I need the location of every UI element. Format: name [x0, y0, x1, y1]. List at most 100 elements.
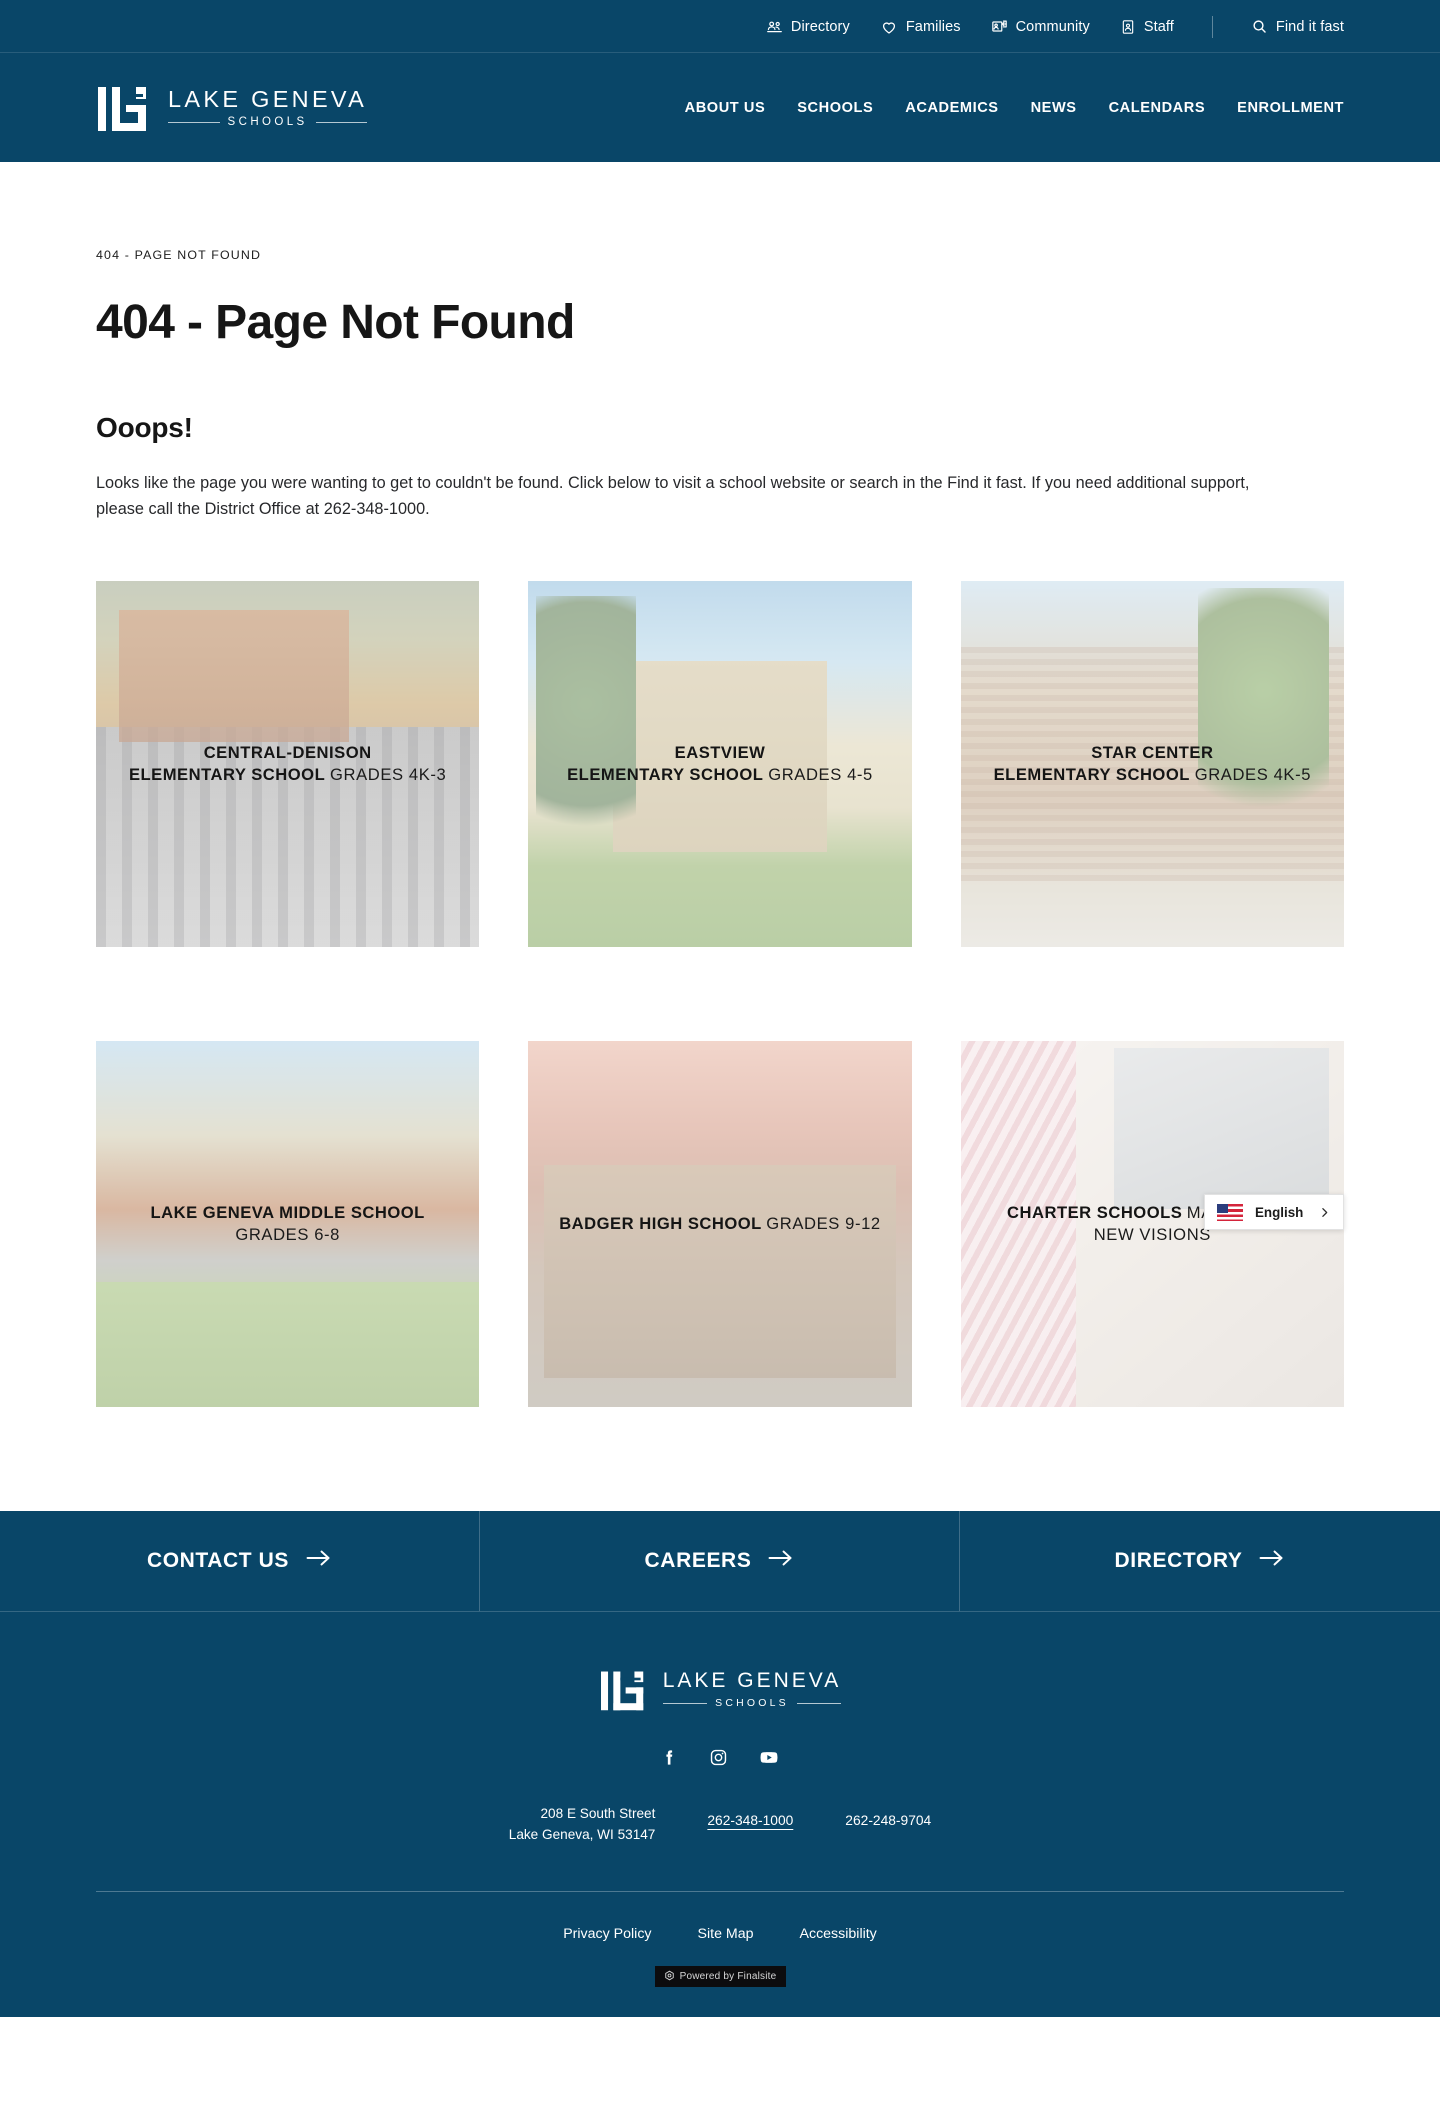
- footer-cta-strip: CONTACT US CAREERS DIRECTORY: [0, 1510, 1440, 1611]
- charter-school-new-visions: NEW VISIONS: [1093, 1224, 1211, 1244]
- footer-legal-links: Privacy Policy Site Map Accessibility: [96, 1926, 1344, 1942]
- us-flag-icon: [1217, 1203, 1243, 1221]
- brand-rule-right: [315, 121, 368, 123]
- footer-contact: 208 E South Street Lake Geneva, WI 53147…: [96, 1803, 1344, 1845]
- site-logo[interactable]: LAKE GENEVA SCHOOLS: [96, 83, 368, 133]
- heart-icon: [880, 18, 898, 36]
- school-card-content: STAR CENTER ELEMENTARY SCHOOL GRADES 4K-…: [961, 742, 1344, 786]
- utility-link-label: Staff: [1143, 18, 1174, 35]
- school-name-line1: EASTVIEW: [674, 742, 766, 762]
- school-card-content: CENTRAL-DENISON ELEMENTARY SCHOOL GRADES…: [96, 742, 479, 786]
- school-card-eastview[interactable]: EASTVIEW ELEMENTARY SCHOOL GRADES 4-5: [528, 580, 912, 947]
- school-name: CHARTER SCHOOLS: [1007, 1202, 1183, 1222]
- cta-contact-us[interactable]: CONTACT US: [0, 1510, 480, 1611]
- footer-brand-rule-right: [796, 1702, 842, 1704]
- school-card-content: BADGER HIGH SCHOOL GRADES 9-12: [528, 1213, 911, 1235]
- utility-link-label: Directory: [790, 18, 850, 35]
- brand-subtitle: SCHOOLS: [227, 116, 308, 129]
- nav-item-academics[interactable]: ACADEMICS: [905, 100, 998, 116]
- lg-monogram-icon: [96, 83, 150, 133]
- school-card-content: EASTVIEW ELEMENTARY SCHOOL GRADES 4-5: [528, 742, 911, 786]
- school-grades: GRADES 4-5: [768, 764, 873, 784]
- school-name-line1: STAR CENTER: [1091, 742, 1214, 762]
- utility-links: Directory Families Community Staff Find …: [766, 15, 1344, 38]
- school-grades: GRADES 4K-5: [1194, 764, 1312, 784]
- find-it-fast-button[interactable]: Find it fast: [1251, 18, 1344, 35]
- footer-address: 208 E South Street Lake Geneva, WI 53147: [509, 1803, 656, 1845]
- school-grades: GRADES 4K-3: [330, 764, 447, 784]
- address-line-1: 208 E South Street: [540, 1805, 656, 1821]
- school-name: STAR CENTER ELEMENTARY SCHOOL: [994, 743, 1214, 784]
- school-name-line2: ELEMENTARY SCHOOL: [128, 764, 325, 784]
- school-name-line2: ELEMENTARY SCHOOL: [567, 764, 764, 784]
- school-name-line2: ELEMENTARY SCHOOL: [993, 764, 1190, 784]
- school-card-content: LAKE GENEVA MIDDLE SCHOOL GRADES 6-8: [96, 1202, 479, 1246]
- cta-careers[interactable]: CAREERS: [480, 1510, 960, 1611]
- school-grades: GRADES 6-8: [235, 1224, 340, 1244]
- school-card-central-denison[interactable]: CENTRAL-DENISON ELEMENTARY SCHOOL GRADES…: [96, 580, 480, 947]
- school-name: EASTVIEW ELEMENTARY SCHOOL: [567, 743, 768, 784]
- address-line-2: Lake Geneva, WI 53147: [508, 1826, 656, 1842]
- page-title: 404 - Page Not Found: [96, 296, 575, 349]
- powered-by-finalsite-badge[interactable]: Powered by Finalsite: [654, 1966, 786, 1987]
- utility-link-community[interactable]: Community: [991, 18, 1090, 35]
- footer-logo-text: LAKE GENEVA SCHOOLS: [662, 1670, 842, 1710]
- utility-link-label: Families: [905, 18, 961, 35]
- utility-bar: Directory Families Community Staff Find …: [0, 0, 1440, 53]
- site-footer: LAKE GENEVA SCHOOLS 208 E South Street L…: [0, 1610, 1440, 2017]
- footer-phone-primary[interactable]: 262-348-1000: [707, 1813, 793, 1828]
- footer-phone-secondary: 262-248-9704: [845, 1812, 932, 1828]
- cta-label: DIRECTORY: [1114, 1548, 1243, 1572]
- language-selector-label: English: [1255, 1204, 1304, 1220]
- chevron-right-icon: [1318, 1206, 1331, 1219]
- school-name-line1: CENTRAL-DENISON: [203, 742, 372, 762]
- school-grades: GRADES 9-12: [766, 1213, 881, 1233]
- arrow-right-icon: [768, 1548, 794, 1573]
- primary-navigation: ABOUT US SCHOOLS ACADEMICS NEWS CALENDAR…: [685, 100, 1344, 116]
- site-header: LAKE GENEVA SCHOOLS ABOUT US SCHOOLS ACA…: [0, 53, 1440, 162]
- instagram-icon[interactable]: [709, 1748, 728, 1767]
- legal-link-privacy-policy[interactable]: Privacy Policy: [563, 1926, 651, 1942]
- facebook-icon[interactable]: [660, 1748, 679, 1767]
- school-card-badger-high[interactable]: BADGER HIGH SCHOOL GRADES 9-12: [528, 1040, 912, 1407]
- error-heading: Ooops!: [96, 411, 193, 443]
- arrow-right-icon: [1259, 1548, 1285, 1573]
- nav-item-enrollment[interactable]: ENROLLMENT: [1237, 100, 1344, 116]
- find-it-fast-label: Find it fast: [1275, 18, 1344, 35]
- utility-link-directory[interactable]: Directory: [766, 18, 850, 35]
- youtube-icon[interactable]: [758, 1748, 780, 1767]
- main-content: 404 - PAGE NOT FOUND 404 - Page Not Foun…: [0, 162, 1440, 1511]
- utility-link-staff[interactable]: Staff: [1120, 19, 1174, 35]
- nav-item-calendars[interactable]: CALENDARS: [1109, 100, 1206, 116]
- utility-divider: [1211, 15, 1213, 38]
- finalsite-logo-icon: [664, 1968, 675, 1986]
- footer-brand-subtitle: SCHOOLS: [715, 1697, 789, 1710]
- powered-by-label: Powered by Finalsite: [679, 1971, 777, 1982]
- utility-link-label: Community: [1015, 18, 1090, 35]
- school-name: LAKE GENEVA MIDDLE SCHOOL: [150, 1202, 425, 1222]
- cta-directory[interactable]: DIRECTORY: [960, 1511, 1440, 1611]
- school-card-star-center[interactable]: STAR CENTER ELEMENTARY SCHOOL GRADES 4K-…: [960, 580, 1344, 947]
- footer-brand-rule-left: [662, 1702, 708, 1704]
- brand-rule-left: [168, 121, 220, 123]
- arrow-right-icon: [306, 1548, 332, 1573]
- legal-link-accessibility[interactable]: Accessibility: [800, 1926, 877, 1942]
- nav-item-about-us[interactable]: ABOUT US: [685, 100, 766, 116]
- breadcrumb: 404 - PAGE NOT FOUND: [96, 248, 262, 262]
- school-card-grid: CENTRAL-DENISON ELEMENTARY SCHOOL GRADES…: [96, 580, 1344, 1511]
- community-card-icon: [991, 18, 1008, 35]
- utility-link-families[interactable]: Families: [880, 18, 961, 36]
- nav-item-schools[interactable]: SCHOOLS: [797, 100, 873, 116]
- social-links: [96, 1748, 1344, 1767]
- people-icon: [766, 18, 783, 35]
- site-logo-text: LAKE GENEVA SCHOOLS: [168, 86, 368, 129]
- legal-link-site-map[interactable]: Site Map: [698, 1926, 754, 1942]
- nav-item-news[interactable]: NEWS: [1031, 100, 1077, 116]
- school-card-lake-geneva-middle[interactable]: LAKE GENEVA MIDDLE SCHOOL GRADES 6-8: [96, 1040, 480, 1407]
- language-selector[interactable]: English: [1204, 1194, 1344, 1230]
- id-badge-icon: [1120, 19, 1136, 35]
- brand-subtitle-row: SCHOOLS: [168, 116, 368, 129]
- lg-monogram-icon: [599, 1668, 647, 1712]
- school-name: BADGER HIGH SCHOOL: [559, 1213, 762, 1233]
- footer-logo[interactable]: LAKE GENEVA SCHOOLS: [96, 1668, 1344, 1712]
